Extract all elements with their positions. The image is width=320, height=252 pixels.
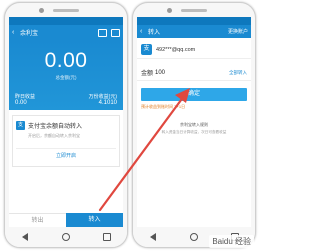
nav-home-button[interactable] [61,232,71,242]
screen-right: ‹ 转入 更换账户 支 492***@qq.com 金额 100 全部转入 确定… [137,17,251,227]
yesterday-earnings: 昨日收益 0.00 [15,93,35,106]
status-bar [137,17,251,25]
phone-right: ‹ 转入 更换账户 支 492***@qq.com 金额 100 全部转入 确定… [132,2,256,248]
alipay-icon: 支 [141,44,152,55]
alipay-icon: 支 [16,121,25,130]
yield-per-unit: 万份收益(元) 4.1010 [89,93,117,106]
transfer-all-link[interactable]: 全部转入 [229,70,247,76]
rule-title[interactable]: 余利宝转入规则 [137,122,251,128]
back-icon[interactable]: ‹ [12,29,20,36]
page-title: 余利宝 [20,31,39,37]
transfer-in-button[interactable]: 转入 [66,213,123,227]
speaker-grille [181,9,207,12]
camera-icon [39,8,44,13]
recent-square-icon [102,233,111,241]
status-bar [9,17,123,25]
nav-recent-button[interactable] [102,232,112,242]
account-email: 492***@qq.com [156,46,196,53]
balance-value: 0.00 [44,49,88,72]
system-nav-bar [5,227,127,247]
nav-back-button[interactable] [20,232,30,242]
home-circle-icon [61,233,70,241]
bottom-action-bar: 转出 转入 [9,213,123,227]
card-header: 支 支付宝余额自动转入 [16,121,116,130]
more-icon[interactable] [111,28,120,37]
card-title: 支付宝余额自动转入 [28,124,83,130]
transfer-out-button[interactable]: 转出 [9,213,66,227]
speaker-grille [53,9,79,12]
nav-home-button[interactable] [189,232,199,242]
phone-left: ‹ 余利宝 0.00 总金额(元) 昨日收益 0.00 万份收益(元) 4.10… [4,2,128,248]
yesterday-label: 昨日收益 [15,94,36,100]
auto-transfer-card: 支 支付宝余额自动转入 开启后，余额自动转入余利宝 立即开启 [12,115,120,167]
amount-label: 金额 [141,71,154,77]
enable-now-button[interactable]: 立即开启 [16,148,116,159]
back-icon[interactable]: ‹ [140,28,146,35]
stage: ‹ 余利宝 0.00 总金额(元) 昨日收益 0.00 万份收益(元) 4.10… [0,0,260,252]
page-title: 转入 [148,30,161,36]
yield-label: 万份收益(元) [88,94,117,100]
app-bar: ‹ 转入 更换账户 [137,25,251,38]
back-triangle-icon [150,233,157,241]
account-row[interactable]: 支 492***@qq.com [137,41,251,59]
card-description: 开启后，余额自动转入余利宝 [28,133,80,138]
arrival-note: 预计收益到账时间 T+1日 [141,104,186,109]
rule-detail: 转入资金当日计算收益，次日可查看收益 [161,130,227,134]
home-circle-icon [189,233,198,241]
yield-value: 4.1010 [98,100,117,106]
change-account-link[interactable]: 更换账户 [228,28,248,35]
back-triangle-icon [22,233,29,241]
earnings-row: 昨日收益 0.00 万份收益(元) 4.1010 [9,93,123,106]
amount-input[interactable]: 100 [155,70,229,76]
watermark: Baidu 经验 [209,235,254,248]
app-bar: ‹ 余利宝 [9,25,123,40]
amount-row: 金额 100 全部转入 [137,65,251,81]
camera-icon [167,8,172,13]
bill-icon[interactable] [98,28,107,37]
balance-label: 总金额(元) [55,75,77,80]
balance-panel: 0.00 总金额(元) 昨日收益 0.00 万份收益(元) 4.1010 [9,40,123,110]
nav-back-button[interactable] [148,232,158,242]
screen-left: ‹ 余利宝 0.00 总金额(元) 昨日收益 0.00 万份收益(元) 4.10… [9,17,123,227]
confirm-button[interactable]: 确定 [141,88,247,101]
yesterday-value: 0.00 [15,100,27,106]
